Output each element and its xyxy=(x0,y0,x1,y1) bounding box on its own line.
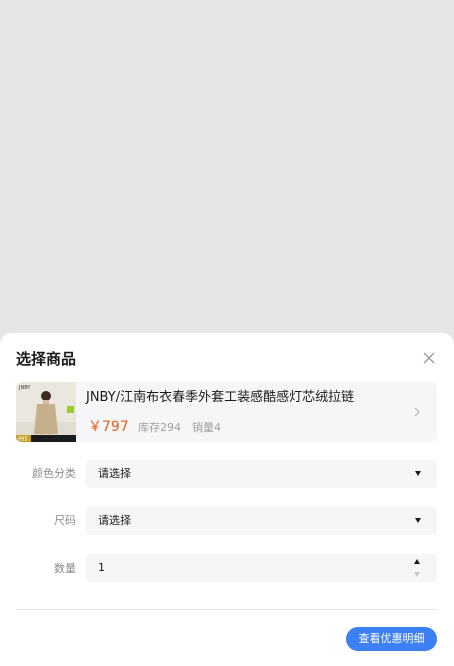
quantity-stepper[interactable]: 1 xyxy=(86,554,437,582)
decrement-icon[interactable] xyxy=(414,572,420,577)
product-sales: 销量4 xyxy=(192,421,221,434)
increment-icon[interactable] xyxy=(414,559,420,564)
color-select-value: 请选择 xyxy=(98,467,131,480)
thumb-price-tag: 895 xyxy=(18,437,28,443)
sheet-title: 选择商品 xyxy=(16,350,77,368)
size-field-label: 尺码 xyxy=(54,514,76,527)
size-select[interactable]: 请选择 xyxy=(86,507,437,535)
chevron-right-icon xyxy=(414,407,420,417)
view-discount-details-button[interactable]: 查看优惠明细 xyxy=(346,627,437,651)
quantity-field-label: 数量 xyxy=(54,562,76,575)
color-select[interactable]: 请选择 xyxy=(86,460,437,488)
product-thumbnail: 895 JNBY xyxy=(16,382,76,442)
product-name: JNBY/江南布衣春季外套工装感酷感灯芯绒拉链 xyxy=(86,390,355,405)
close-button[interactable] xyxy=(419,348,439,368)
product-stock: 库存294 xyxy=(138,421,181,434)
thumb-brand: JNBY xyxy=(18,385,31,391)
color-field-label: 颜色分类 xyxy=(32,467,76,480)
caret-down-icon xyxy=(415,471,421,476)
close-icon xyxy=(423,352,435,364)
product-price: ￥797 xyxy=(88,419,129,435)
caret-down-icon xyxy=(415,518,421,523)
product-card[interactable]: 895 JNBY JNBY/江南布衣春季外套工装感酷感灯芯绒拉链 ￥797 库存… xyxy=(16,382,437,442)
quantity-value: 1 xyxy=(98,561,105,574)
product-select-sheet: 选择商品 895 JNBY JNBY/江南布衣春季外套工装感酷感灯芯绒拉链 ￥7… xyxy=(0,333,454,666)
divider xyxy=(16,609,437,610)
size-select-value: 请选择 xyxy=(98,514,131,527)
